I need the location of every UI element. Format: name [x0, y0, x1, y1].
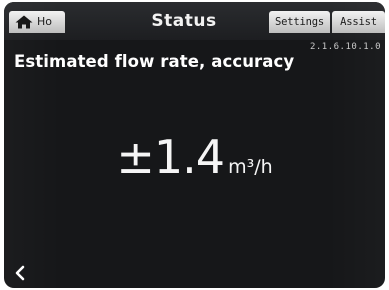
flow-unit: m³/h	[228, 156, 273, 178]
page-title: Status	[151, 11, 217, 31]
parameter-heading: Estimated flow rate, accuracy	[14, 52, 295, 71]
tab-settings-label: Settings	[275, 16, 324, 28]
tab-assist-label: Assist	[340, 16, 377, 28]
tab-assist[interactable]: Assist	[332, 11, 385, 33]
device-screen: Ho Status Settings Assist 2.1.6.10.1.0 E…	[4, 2, 385, 288]
flow-accuracy-value: ±1.4	[116, 130, 225, 184]
tab-settings[interactable]: Settings	[269, 11, 330, 33]
home-icon	[15, 15, 33, 29]
value-display: ±1.4 m³/h	[4, 130, 385, 184]
chevron-left-icon[interactable]	[12, 264, 28, 282]
menu-code: 2.1.6.10.1.0	[309, 42, 381, 52]
tab-home[interactable]: Ho	[9, 11, 65, 33]
tab-home-label: Ho	[37, 15, 53, 28]
top-bar: Ho Status Settings Assist	[4, 2, 385, 40]
